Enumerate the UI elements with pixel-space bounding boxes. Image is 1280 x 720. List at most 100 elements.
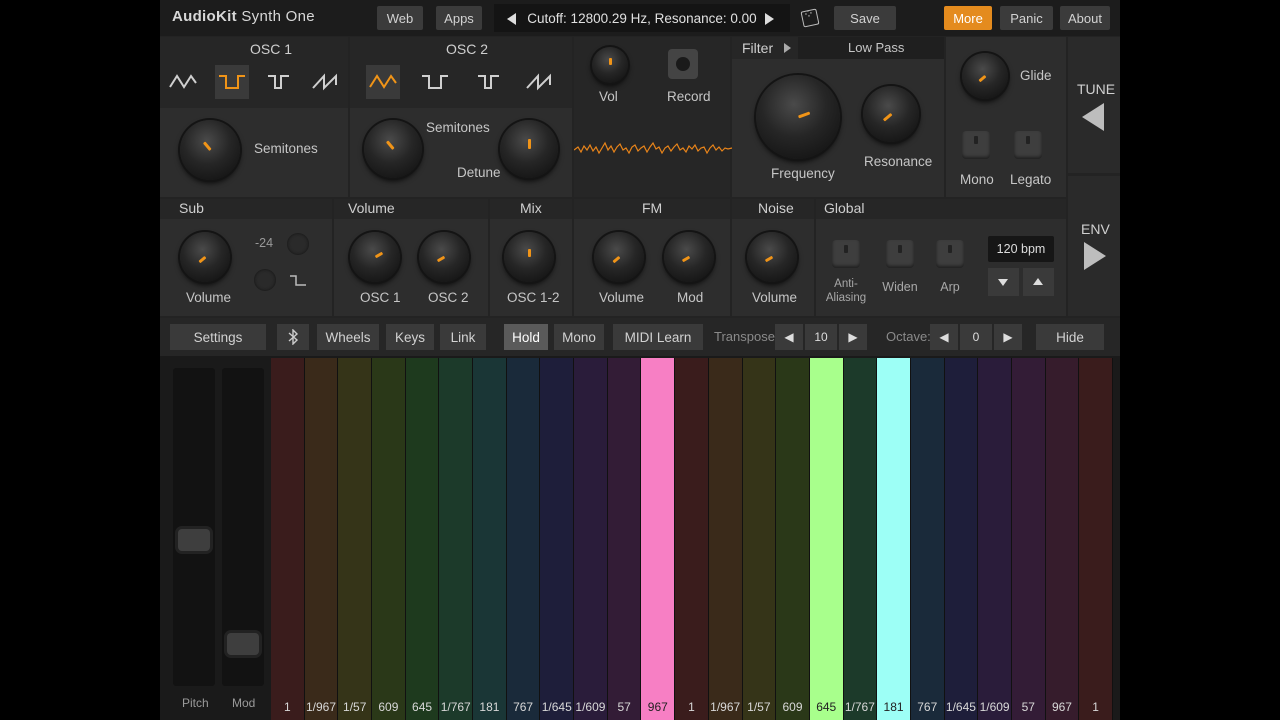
octave-up-button[interactable]: ▶ — [994, 324, 1022, 350]
filter-frequency-knob[interactable] — [756, 75, 840, 159]
legato-toggle[interactable] — [1014, 131, 1042, 159]
piano-key[interactable]: 1 — [271, 358, 305, 720]
wheels-button[interactable]: Wheels — [317, 324, 379, 350]
arp-toggle[interactable] — [936, 240, 964, 268]
keys-button[interactable]: Keys — [386, 324, 434, 350]
hold-button[interactable]: Hold — [504, 324, 548, 350]
piano-key[interactable]: 609 — [372, 358, 406, 720]
osc2-semitones-label: Semitones — [426, 120, 490, 135]
piano-key[interactable]: 1/57 — [338, 358, 373, 720]
sub-octave-toggle[interactable] — [287, 233, 309, 255]
octave-down-button[interactable]: ◀ — [930, 324, 958, 350]
sub-volume-knob[interactable] — [180, 232, 230, 282]
osc-mix-knob[interactable] — [504, 232, 554, 282]
bpm-up-button[interactable] — [1023, 268, 1054, 296]
panic-button[interactable]: Panic — [1000, 6, 1053, 30]
down-arrow-icon — [998, 279, 1008, 286]
mono-toggle[interactable] — [962, 131, 990, 159]
bpm-display[interactable]: 120 bpm — [988, 236, 1054, 262]
piano-key[interactable]: 1/609 — [574, 358, 608, 720]
piano-key[interactable]: 1/609 — [978, 358, 1012, 720]
osc1-triangle-wave-icon[interactable] — [166, 65, 200, 99]
piano-key[interactable]: 645 — [405, 358, 440, 720]
piano-key[interactable]: 181 — [473, 358, 507, 720]
piano-key[interactable]: 1 — [675, 358, 709, 720]
antialiasing-toggle[interactable] — [832, 240, 860, 268]
keyboard-mono-button[interactable]: Mono — [554, 324, 604, 350]
sub-title: Sub — [179, 200, 204, 216]
piano-key[interactable]: 967 — [1045, 358, 1080, 720]
osc1-square-wave-icon[interactable] — [215, 65, 249, 99]
piano-keys: 1 1/967 1/57 609 645 1/767 181 767 1/645 1/609 57 9… — [271, 358, 1113, 720]
more-button[interactable]: More — [944, 6, 992, 30]
piano-key[interactable]: 609 — [776, 358, 810, 720]
piano-key-label: 609 — [378, 700, 399, 714]
sub-square-toggle[interactable] — [254, 269, 276, 291]
hide-keyboard-button[interactable]: Hide — [1036, 324, 1104, 350]
osc1-semitones-knob[interactable] — [180, 120, 240, 180]
web-button[interactable]: Web — [377, 6, 423, 30]
noise-volume-knob[interactable] — [747, 232, 797, 282]
pitch-wheel[interactable] — [173, 368, 215, 686]
osc1-saw-wave-icon[interactable] — [309, 65, 343, 99]
env-panel-button[interactable]: ENV — [1068, 176, 1120, 316]
piano-key[interactable]: 57 — [1011, 358, 1046, 720]
piano-key-label: 181 — [883, 700, 904, 714]
piano-key-label: 767 — [917, 700, 938, 714]
osc2-detune-knob[interactable] — [500, 120, 558, 178]
osc2-volume-knob[interactable] — [419, 232, 469, 282]
piano-key-label: 1 — [688, 700, 695, 714]
filter-type-value[interactable]: Low Pass — [848, 40, 904, 55]
piano-key[interactable]: 181 — [877, 358, 911, 720]
mod-wheel[interactable] — [222, 368, 264, 686]
piano-key[interactable]: 1/645 — [540, 358, 575, 720]
osc1-pulse-wave-icon[interactable] — [262, 65, 296, 99]
osc2-triangle-wave-icon[interactable] — [366, 65, 400, 99]
transpose-down-button[interactable]: ◀ — [775, 324, 803, 350]
about-button[interactable]: About — [1060, 6, 1110, 30]
apps-button[interactable]: Apps — [436, 6, 482, 30]
tune-panel-button[interactable]: TUNE — [1068, 37, 1120, 173]
glide-knob[interactable] — [962, 53, 1008, 99]
record-button[interactable] — [668, 49, 698, 79]
save-button[interactable]: Save — [834, 6, 896, 30]
filter-type-arrow-icon[interactable] — [784, 43, 791, 53]
piano-key[interactable]: 57 — [607, 358, 642, 720]
osc2-saw-wave-icon[interactable] — [523, 65, 557, 99]
piano-key[interactable]: 967 — [641, 358, 676, 720]
piano-key[interactable]: 1/57 — [742, 358, 777, 720]
widen-toggle[interactable] — [886, 240, 914, 268]
osc2-square-wave-icon[interactable] — [418, 65, 452, 99]
midi-learn-button[interactable]: MIDI Learn — [613, 324, 703, 350]
preset-display[interactable]: Cutoff: 12800.29 Hz, Resonance: 0.00 — [494, 4, 790, 32]
mod-wheel-handle[interactable] — [227, 633, 259, 655]
bpm-down-button[interactable] — [988, 268, 1019, 296]
piano-key[interactable]: 1/645 — [944, 358, 979, 720]
prev-preset-icon[interactable] — [507, 13, 516, 25]
noise-panel: Noise Volume — [732, 199, 814, 316]
osc2-pulse-wave-icon[interactable] — [472, 65, 506, 99]
piano-key[interactable]: 1/767 — [439, 358, 474, 720]
mono-label: Mono — [960, 172, 994, 187]
link-button[interactable]: Link — [440, 324, 486, 350]
settings-button[interactable]: Settings — [170, 324, 266, 350]
sub-panel: Sub Volume -24 — [160, 199, 332, 316]
randomize-dice-icon[interactable] — [800, 8, 820, 28]
next-preset-icon[interactable] — [765, 13, 774, 25]
pitch-wheel-handle[interactable] — [178, 529, 210, 551]
osc1-volume-knob[interactable] — [350, 232, 400, 282]
bluetooth-button[interactable] — [277, 324, 309, 350]
piano-key[interactable]: 767 — [506, 358, 541, 720]
transpose-up-button[interactable]: ▶ — [839, 324, 867, 350]
fm-volume-knob[interactable] — [594, 232, 644, 282]
piano-key[interactable]: 1 — [1079, 358, 1113, 720]
fm-mod-knob[interactable] — [664, 232, 714, 282]
piano-key[interactable]: 645 — [809, 358, 844, 720]
piano-key[interactable]: 1/967 — [304, 358, 339, 720]
piano-key[interactable]: 1/767 — [843, 358, 878, 720]
osc2-semitones-knob[interactable] — [364, 120, 422, 178]
filter-resonance-knob[interactable] — [863, 86, 919, 142]
master-volume-knob[interactable] — [592, 47, 628, 83]
piano-key[interactable]: 1/967 — [708, 358, 743, 720]
piano-key[interactable]: 767 — [910, 358, 945, 720]
